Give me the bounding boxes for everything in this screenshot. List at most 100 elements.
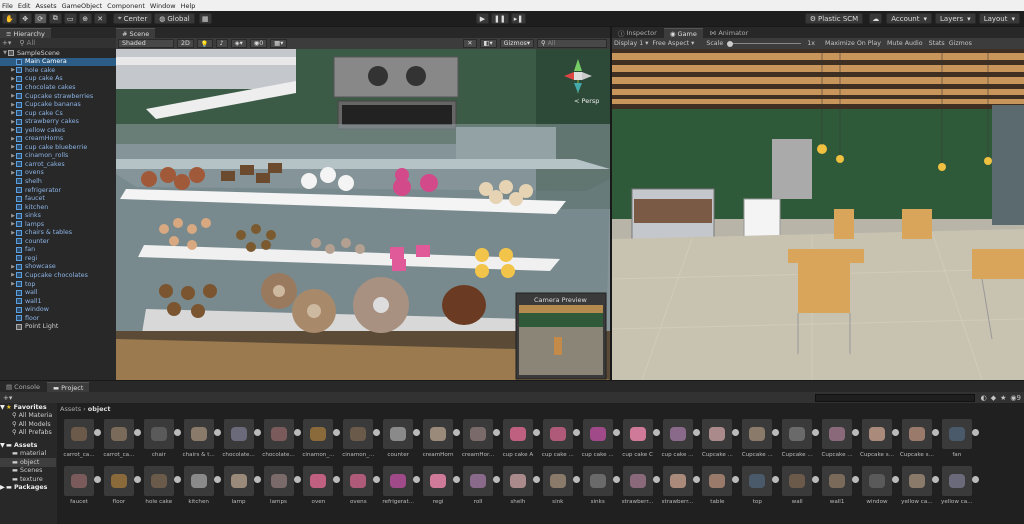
asset-item[interactable]: strawberr... [620, 466, 660, 510]
hierarchy-item[interactable]: ▶ chairs & tables [0, 228, 116, 237]
menu-edit[interactable]: Edit [18, 2, 31, 10]
hierarchy-item[interactable]: kitchen [0, 203, 116, 212]
shading-mode-dropdown[interactable]: Shaded [118, 39, 174, 48]
add-icon[interactable]: +▾ [2, 39, 11, 47]
tree-item[interactable]: ▬ object [0, 458, 56, 467]
gizmos-dropdown[interactable]: Gizmos ▾ [499, 39, 534, 48]
assets-row[interactable]: ▼ ▬ Assets [0, 441, 56, 450]
hierarchy-item[interactable]: ▶ cup cake As [0, 75, 116, 84]
tab-project[interactable]: ▬ Project [46, 382, 90, 392]
expand-prefab-icon[interactable] [971, 476, 979, 483]
hidden-objects-button[interactable]: ◉ 0 [249, 39, 268, 48]
asset-item[interactable]: sink [540, 466, 580, 510]
hierarchy-item[interactable]: faucet [0, 194, 116, 203]
audio-icon[interactable]: ♪ [215, 39, 228, 48]
tab-console[interactable]: ▤ Console [0, 382, 46, 392]
asset-item[interactable]: cinamon_... [340, 419, 381, 463]
asset-item[interactable]: strawberr... [660, 466, 700, 510]
hierarchy-item[interactable]: shelh [0, 177, 116, 186]
tree-item[interactable]: ⚲ All Prefabs [0, 429, 56, 438]
asset-item[interactable]: window [859, 466, 899, 510]
hierarchy-item[interactable]: ▶ top [0, 280, 116, 289]
hierarchy-search-input[interactable]: All [27, 39, 36, 47]
rotate-tool-icon[interactable]: ⟳ [33, 13, 47, 24]
asset-item[interactable]: cup cake C [620, 419, 660, 463]
project-search-input[interactable] [814, 393, 975, 402]
asset-item[interactable]: oven [300, 466, 341, 510]
hierarchy-item[interactable]: ▶ cup cake Cs [0, 109, 116, 118]
asset-item[interactable]: wall1 [819, 466, 860, 510]
scale-tool-icon[interactable]: ⧉ [48, 13, 62, 24]
asset-item[interactable]: refrigerat... [380, 466, 421, 510]
hierarchy-item[interactable]: ▶ strawberry cakes [0, 117, 116, 126]
hierarchy-item[interactable]: Main Camera [0, 57, 116, 67]
hierarchy-item[interactable]: ▶ lamps [0, 220, 116, 229]
hierarchy-item[interactable]: counter [0, 237, 116, 246]
tree-item[interactable]: ⚲ All Models [0, 420, 56, 429]
asset-item[interactable]: floor [101, 466, 141, 510]
pivot-global-button[interactable]: ◍ Global [154, 13, 195, 24]
plastic-scm-button[interactable]: ⚙ Plastic SCM [804, 13, 864, 24]
play-button[interactable]: ▶ [476, 13, 489, 24]
breadcrumb-object[interactable]: object [88, 405, 111, 413]
asset-item[interactable]: chairs & t... [181, 419, 221, 463]
asset-item[interactable]: creamHorn [420, 419, 461, 463]
menu-window[interactable]: Window [150, 2, 176, 10]
hierarchy-item[interactable]: ▶ cup cake blueberrie [0, 143, 116, 152]
packages-row[interactable]: ▶ ▬ Packages [0, 484, 56, 493]
tab-animator[interactable]: ⋈ Animator [703, 28, 755, 38]
effects-icon[interactable]: ◈▾ [230, 39, 247, 48]
asset-item[interactable]: carrot_ca... [61, 419, 101, 463]
asset-item[interactable]: creamHor... [460, 419, 500, 463]
move-tool-icon[interactable]: ✥ [18, 13, 32, 24]
tree-item[interactable]: ▬ Scenes [0, 467, 56, 476]
asset-item[interactable]: lamp [221, 466, 261, 510]
asset-item[interactable]: Cupcake s... [899, 419, 939, 463]
asset-item[interactable]: kitchen [181, 466, 221, 510]
tools-icon[interactable]: ✕ [463, 39, 477, 48]
breadcrumb-assets[interactable]: Assets [60, 405, 81, 413]
hierarchy-item[interactable]: ▶ Cupcake chocolates [0, 271, 116, 280]
tab-hierarchy[interactable]: ≡ Hierarchy [0, 28, 51, 38]
asset-item[interactable]: Cupcake s... [859, 419, 899, 463]
hierarchy-item[interactable]: wall [0, 288, 116, 297]
hierarchy-item[interactable]: ▶ sinks [0, 211, 116, 220]
hierarchy-item[interactable]: ▶ creamHorns [0, 134, 116, 143]
favorite-star-icon[interactable]: ★ [1000, 394, 1006, 402]
grid-icon[interactable]: ▦▾ [270, 39, 288, 48]
pause-button[interactable]: ❚❚ [491, 13, 509, 24]
scene-search-input[interactable]: ⚲ All [537, 39, 607, 48]
hierarchy-item[interactable]: window [0, 305, 116, 314]
asset-item[interactable]: table [699, 466, 740, 510]
asset-item[interactable]: chocolate... [221, 419, 261, 463]
menu-help[interactable]: Help [181, 2, 196, 10]
hierarchy-item[interactable]: ▶ ovens [0, 169, 116, 178]
asset-item[interactable]: faucet [61, 466, 101, 510]
tab-inspector[interactable]: ⓘ Inspector [612, 28, 663, 38]
asset-item[interactable]: Cupcake ... [819, 419, 860, 463]
hierarchy-item[interactable]: ▶ Cupcake strawberries [0, 92, 116, 101]
menu-component[interactable]: Component [107, 2, 145, 10]
add-icon[interactable]: +▾ [3, 394, 12, 402]
hierarchy-item[interactable]: ▶ yellow cakes [0, 126, 116, 135]
maximize-on-play-button[interactable]: Maximize On Play [825, 40, 881, 47]
tree-item[interactable]: ▬ texture [0, 475, 56, 484]
hierarchy-item[interactable]: refrigerator [0, 186, 116, 195]
asset-item[interactable]: chair [141, 419, 181, 463]
asset-item[interactable]: Cupcake ... [699, 419, 740, 463]
step-button[interactable]: ▸❚ [510, 13, 527, 24]
aspect-dropdown[interactable]: Free Aspect ▾ [652, 40, 694, 47]
hierarchy-item[interactable]: ▶ hole cake [0, 66, 116, 75]
asset-item[interactable]: Cupcake ... [739, 419, 780, 463]
account-dropdown[interactable]: Account ▾ [886, 13, 932, 24]
asset-item[interactable]: counter [380, 419, 421, 463]
scene-viewport[interactable]: < Persp Camera Preview [116, 49, 610, 380]
tab-game[interactable]: ◉ Game [663, 28, 703, 38]
asset-item[interactable]: lamps [261, 466, 301, 510]
asset-item[interactable]: carrot_ca... [101, 419, 141, 463]
hierarchy-item[interactable]: regi [0, 254, 116, 263]
slider-handle[interactable] [727, 40, 734, 47]
hierarchy-item[interactable]: Point Light [0, 323, 116, 332]
favorites-row[interactable]: ▼ ★ Favorites [0, 403, 56, 412]
grid-snap-icon[interactable]: ▦ [198, 13, 212, 24]
